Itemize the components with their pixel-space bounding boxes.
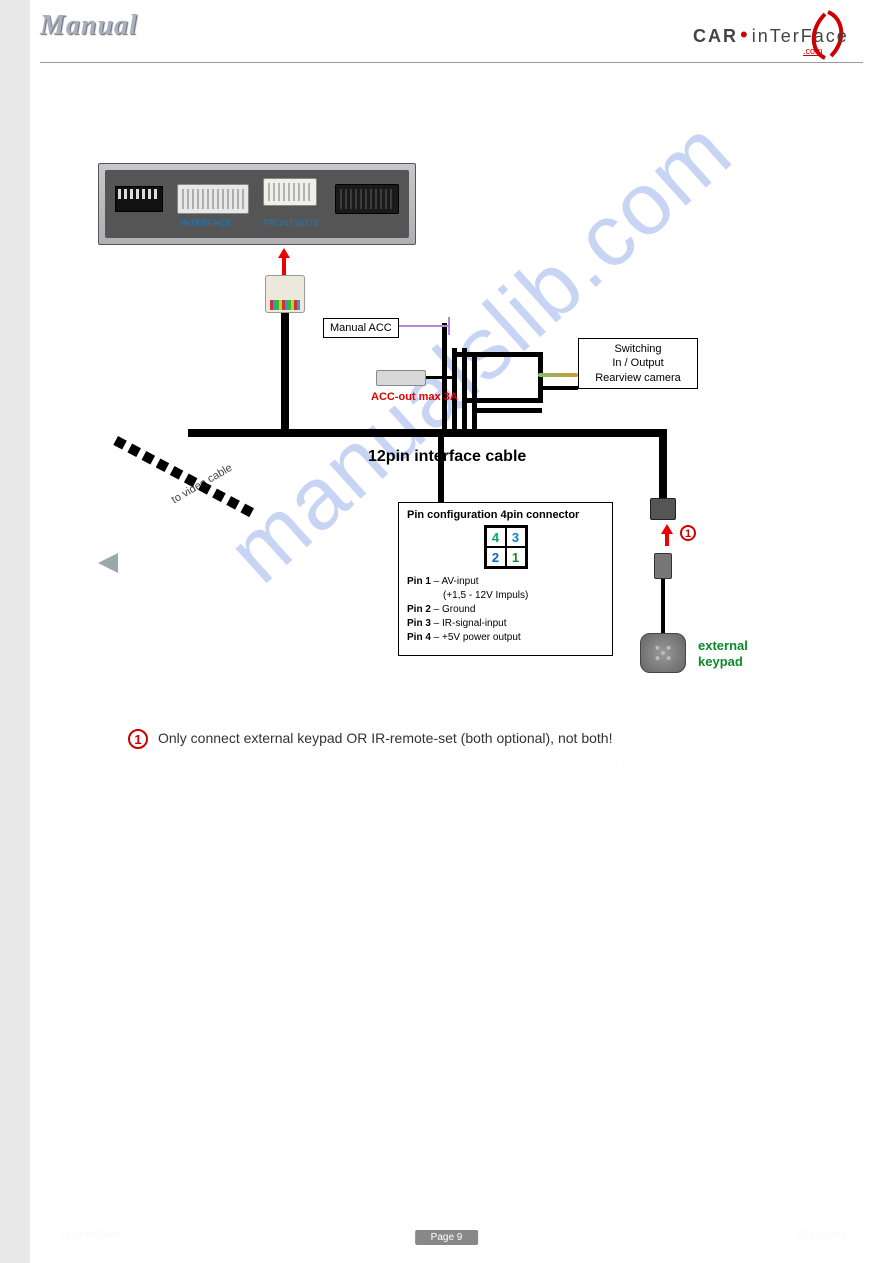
footnote: 1 Only connect external keypad OR IR-rem… xyxy=(128,728,833,797)
pin-3: 3 xyxy=(506,527,526,547)
switching-l3: Rearview camera xyxy=(585,371,691,385)
arrow-up-icon xyxy=(661,524,673,546)
marker-1-icon: 1 xyxy=(128,729,148,749)
manual-acc-box: Manual ACC xyxy=(323,318,399,338)
logo-text-car: CAR xyxy=(693,26,738,47)
pin2-line: Pin 2 – Ground xyxy=(407,603,604,617)
pin4-line: Pin 4 – +5V power output xyxy=(407,631,604,645)
cable-title: 12pin interface cable xyxy=(368,448,526,466)
manual-page: Manual CAR • inTerFace .com manualslib.c… xyxy=(0,0,893,1263)
keypad-wire xyxy=(661,579,665,633)
plug-12pin-icon xyxy=(265,275,305,313)
footer-right: 2013-04-17 xyxy=(797,1229,853,1241)
page-number: Page 9 xyxy=(415,1230,479,1245)
inline-connector-icon xyxy=(538,373,578,377)
brand-logo: CAR • inTerFace .com xyxy=(693,10,863,60)
cable-main xyxy=(188,429,663,437)
branch-wire xyxy=(462,348,467,433)
connector-interface xyxy=(177,184,249,214)
pin-grid: 4 3 2 1 xyxy=(484,525,528,569)
pin-1: 1 xyxy=(506,547,526,567)
branch-wire xyxy=(462,398,542,403)
switching-box: Switching In / Output Rearview camera xyxy=(578,338,698,389)
logo-text-interface: inTerFace xyxy=(752,26,849,47)
branch-wire xyxy=(472,353,477,433)
pin-config-box: Pin configuration 4pin connector 4 3 2 1… xyxy=(398,502,613,656)
pin-4: 4 xyxy=(486,527,506,547)
logo-tld: .com xyxy=(803,46,823,56)
marker-1-icon: 1 xyxy=(680,525,696,541)
pin3-line: Pin 3 – IR-signal-input xyxy=(407,617,604,631)
arrow-up-icon xyxy=(278,248,290,278)
wiring-diagram: INTERFACE FRONTSEITE 12pin interface cab… xyxy=(98,98,808,718)
branch-wire xyxy=(538,386,578,390)
acc-out-plug-icon xyxy=(376,370,426,386)
label-interface: INTERFACE xyxy=(181,218,232,228)
page-header: Manual CAR • inTerFace .com xyxy=(40,10,863,70)
switching-l1: Switching xyxy=(585,342,691,356)
branch-wire xyxy=(452,352,542,357)
cable xyxy=(438,429,444,502)
keypad-plug-top-icon xyxy=(650,498,676,520)
footer-left: HDV-MBN45 xyxy=(60,1229,123,1241)
cable xyxy=(659,429,667,504)
acc-out-label: ACC-out max 3A xyxy=(371,391,458,403)
branch-wire xyxy=(538,388,543,403)
header-divider xyxy=(40,62,863,63)
pin1-line: Pin 1 – AV-input xyxy=(407,575,604,589)
manual-acc-wire xyxy=(398,325,448,327)
switching-l2: In / Output xyxy=(585,356,691,370)
side-margin xyxy=(0,0,30,1263)
video-cable-dashes xyxy=(113,436,254,517)
pin-2: 2 xyxy=(486,547,506,567)
connector-frontseite xyxy=(263,178,317,206)
connector-black xyxy=(335,184,399,214)
keypad-label: external keypad xyxy=(698,638,748,669)
label-frontseite: FRONTSEITE xyxy=(263,218,320,228)
keypad-plug-bottom-icon xyxy=(654,553,672,579)
branch-wire xyxy=(472,408,542,413)
arrow-left-icon xyxy=(98,553,118,573)
interface-box: INTERFACE FRONTSEITE xyxy=(98,163,416,245)
note-line1: Only connect external keypad OR IR-remot… xyxy=(158,728,612,749)
cable xyxy=(281,313,289,433)
dip-switch-icon xyxy=(115,186,163,212)
pin1-sub: (+1,5 - 12V Impuls) xyxy=(407,589,604,603)
pinbox-title: Pin configuration 4pin connector xyxy=(407,509,604,521)
acc-out-wire xyxy=(426,376,454,379)
external-keypad-icon xyxy=(640,633,686,673)
note-line2: It is possible to connect the keypad at … xyxy=(128,755,833,797)
